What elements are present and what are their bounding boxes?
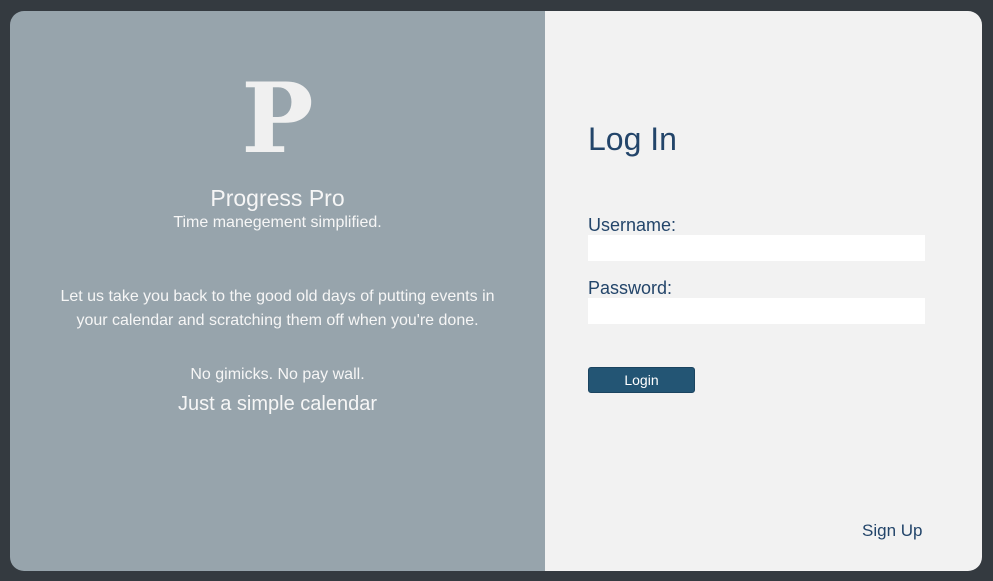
app-description: Let us take you back to the good old day… [60,288,495,329]
login-button[interactable]: Login [588,367,695,393]
app-tagline: Time manegement simplified. [173,214,382,231]
intro-panel: P Progress Pro Time manegement simplifie… [10,11,545,571]
password-label: Password: [588,278,673,298]
login-title: Log In [588,121,677,157]
login-panel: Log In Username: Password: Login Sign Up [545,11,982,571]
app-logo: P [241,62,314,175]
username-label: Username: [588,215,677,235]
sign-up-link[interactable]: Sign Up [862,521,922,541]
password-input[interactable] [588,298,925,324]
simple-calendar-text: Just a simple calendar [178,393,377,415]
username-input[interactable] [588,235,925,261]
no-gimmicks-text: No gimicks. No pay wall. [190,366,365,383]
app-name: Progress Pro [210,185,345,211]
login-card: P Progress Pro Time manegement simplifie… [10,11,982,571]
